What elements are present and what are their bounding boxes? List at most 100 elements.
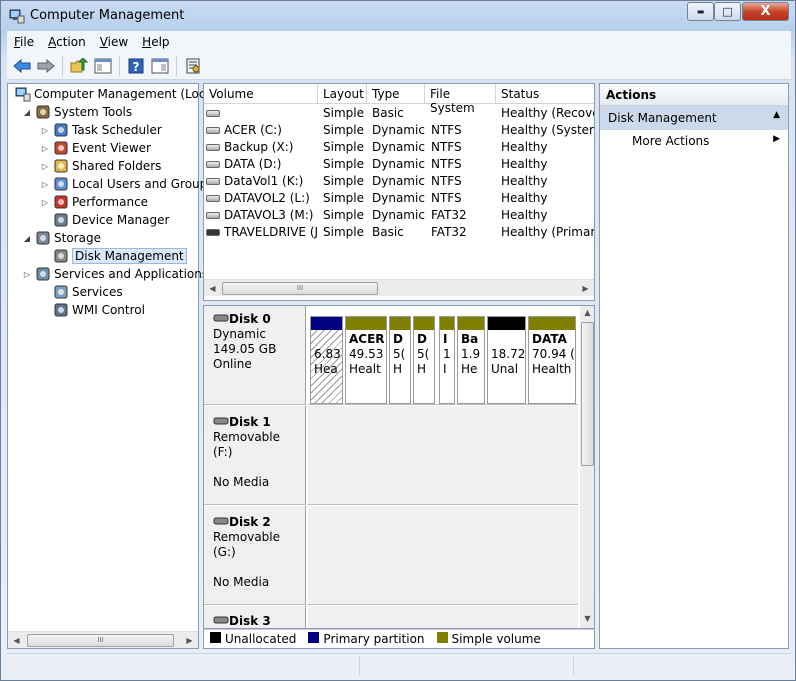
partition-size: 1.9 <box>461 347 481 361</box>
volume-cell-volume: Backup (X:) <box>206 140 318 154</box>
disk-0-partition[interactable]: DATA 70.94 (Health <box>528 316 576 404</box>
maximize-button[interactable]: □ <box>714 2 741 21</box>
table-row[interactable]: Simple Basic Healthy (Recovery <box>204 105 594 122</box>
volume-cell-fs: FAT32 <box>431 225 496 239</box>
column-header-file-system[interactable]: File System <box>425 84 496 115</box>
disk-0-partition[interactable]: I1I <box>439 316 455 404</box>
computer-management-icon <box>15 87 31 102</box>
tree-item-performance[interactable]: ▷ Performance <box>40 193 148 211</box>
back-button[interactable] <box>11 55 33 77</box>
disk-0-partition[interactable]: D 5(H <box>413 316 435 404</box>
table-row[interactable]: DATAVOL2 (L:) Simple Dynamic NTFS Healthy <box>204 190 594 207</box>
collapsed-arrow-icon[interactable]: ▷ <box>40 180 50 189</box>
disk-0-partition[interactable]: D 5(H <box>389 316 411 404</box>
tree-item-storage[interactable]: ◢ Storage <box>22 229 101 247</box>
properties-button[interactable] <box>182 55 204 77</box>
partition-status: Unal <box>491 362 519 376</box>
column-header-type[interactable]: Type <box>367 84 425 104</box>
tree-item-shared-folders[interactable]: ▷ Shared Folders <box>40 157 161 175</box>
disk-1-info[interactable]: Disk 1 Removable (F:) No Media <box>204 406 306 505</box>
disk-3-info[interactable]: Disk 3 <box>204 606 306 628</box>
expanded-arrow-icon[interactable]: ◢ <box>22 234 32 243</box>
volume-cell-text: Healthy (Recovery <box>501 106 594 120</box>
tree-scroll-thumb[interactable]: III <box>27 634 174 647</box>
scroll-right-button[interactable]: ▶ <box>181 632 198 649</box>
collapse-up-icon[interactable]: ▲ <box>773 110 780 120</box>
menu-action[interactable]: Action <box>41 33 93 51</box>
volume-cell-text: TRAVELDRIVE (J:) <box>224 225 318 239</box>
expanded-arrow-icon[interactable]: ◢ <box>22 108 32 117</box>
volume-cell-text: Simple <box>323 106 364 120</box>
collapsed-arrow-icon[interactable]: ▷ <box>40 198 50 207</box>
column-header-volume[interactable]: Volume <box>204 84 318 104</box>
scroll-left-button[interactable]: ◀ <box>8 632 25 649</box>
table-row[interactable]: TRAVELDRIVE (J:) Simple Basic FAT32 Healthy … <box>204 224 594 241</box>
tree-item-label: Disk Management <box>72 248 187 264</box>
tree-item-system-tools[interactable]: ◢ System Tools <box>22 103 132 121</box>
disk-0-partition[interactable]: Ba 1.9 He <box>457 316 485 404</box>
column-header-layout[interactable]: Layout <box>318 84 367 104</box>
table-row[interactable]: DataVol1 (K:) Simple Dynamic NTFS Healthy <box>204 173 594 190</box>
scroll-left-button[interactable]: ◀ <box>204 280 221 297</box>
menu-file[interactable]: File <box>7 33 41 51</box>
disk-0-partition[interactable]: 18.72 Unal <box>487 316 526 404</box>
volume-list-scroll-thumb[interactable]: III <box>222 282 378 295</box>
legend-item: Unallocated <box>210 632 296 646</box>
scroll-up-icon[interactable]: ▲ <box>580 308 594 317</box>
volume-cell-text: NTFS <box>431 174 462 188</box>
table-row[interactable]: DATAVOL3 (M:) Simple Dynamic FAT32 Healthy <box>204 207 594 224</box>
tree-item-services[interactable]: Services <box>40 283 123 301</box>
menu-view[interactable]: View <box>93 33 135 51</box>
legend-label: Primary partition <box>323 632 425 646</box>
forward-button[interactable] <box>35 55 57 77</box>
help-button[interactable]: ? <box>125 55 147 77</box>
submenu-arrow-icon: ▶ <box>773 134 780 144</box>
table-row[interactable]: DATA (D:) Simple Dynamic NTFS Healthy <box>204 156 594 173</box>
collapsed-arrow-icon[interactable]: ▷ <box>22 270 32 279</box>
tree-item-task-scheduler[interactable]: ▷ Task Scheduler <box>40 121 162 139</box>
event-viewer-icon <box>54 141 68 155</box>
minimize-button[interactable]: ▬ <box>687 2 714 21</box>
tree-item-services-and-applications[interactable]: ▷ Services and Applications <box>22 265 208 283</box>
partition-name <box>314 332 339 347</box>
show-hide-action-pane-button[interactable] <box>149 55 171 77</box>
scroll-down-icon[interactable]: ▼ <box>580 614 594 623</box>
performance-icon <box>54 195 68 209</box>
tree-root-computer-management[interactable]: Computer Management (Local <box>12 85 216 103</box>
up-one-level-button[interactable] <box>68 55 90 77</box>
actions-section-disk-management[interactable]: Disk Management ▲ <box>600 106 788 130</box>
volume-cell-fs: NTFS <box>431 123 496 137</box>
disk-0-info[interactable]: Disk 0 Dynamic 149.05 GB Online <box>204 306 306 405</box>
collapsed-arrow-icon[interactable]: ▷ <box>40 162 50 171</box>
scroll-right-button[interactable]: ▶ <box>577 280 594 297</box>
more-actions-item[interactable]: More Actions ▶ <box>600 130 788 152</box>
close-button[interactable]: X <box>742 2 789 21</box>
volume-list-horizontal-scrollbar[interactable]: ◀ III ▶ <box>204 279 594 296</box>
disk-view-scroll-thumb[interactable] <box>581 322 594 466</box>
toolbar: ? <box>7 53 791 80</box>
disk-0-partition[interactable]: 6.83 Hea <box>310 316 343 404</box>
title-bar[interactable]: Computer Management ▬ □ X <box>1 1 795 31</box>
drive-icon <box>206 229 220 236</box>
volume-cell-text: DATAVOL3 (M:) <box>224 208 314 222</box>
table-row[interactable]: Backup (X:) Simple Dynamic NTFS Healthy <box>204 139 594 156</box>
table-row[interactable]: ACER (C:) Simple Dynamic NTFS Healthy (Syste… <box>204 122 594 139</box>
collapsed-arrow-icon[interactable]: ▷ <box>40 126 50 135</box>
tree-item-local-users-and-groups[interactable]: ▷ Local Users and Groups <box>40 175 214 193</box>
column-header-status[interactable]: Status <box>496 84 594 104</box>
tree-horizontal-scrollbar[interactable]: ◀ III ▶ <box>8 631 198 648</box>
menu-help[interactable]: Help <box>135 33 176 51</box>
disk-view-vertical-scrollbar[interactable]: ▲ ▼ <box>580 306 594 628</box>
disk-0-partition[interactable]: ACER 49.53 Healt <box>345 316 387 404</box>
tree-item-disk-management[interactable]: Disk Management <box>40 247 187 265</box>
forward-arrow-icon <box>37 59 55 73</box>
help-icon: ? <box>128 58 144 74</box>
volume-cell-text: Healthy <box>501 208 548 222</box>
tree-item-wmi-control[interactable]: WMI Control <box>40 301 145 319</box>
tree-item-device-manager[interactable]: Device Manager <box>40 211 169 229</box>
volume-cell-text: Dynamic <box>372 191 425 205</box>
show-hide-console-tree-button[interactable] <box>92 55 114 77</box>
tree-item-event-viewer[interactable]: ▷ Event Viewer <box>40 139 151 157</box>
disk-2-info[interactable]: Disk 2 Removable (G:) No Media <box>204 506 306 605</box>
collapsed-arrow-icon[interactable]: ▷ <box>40 144 50 153</box>
